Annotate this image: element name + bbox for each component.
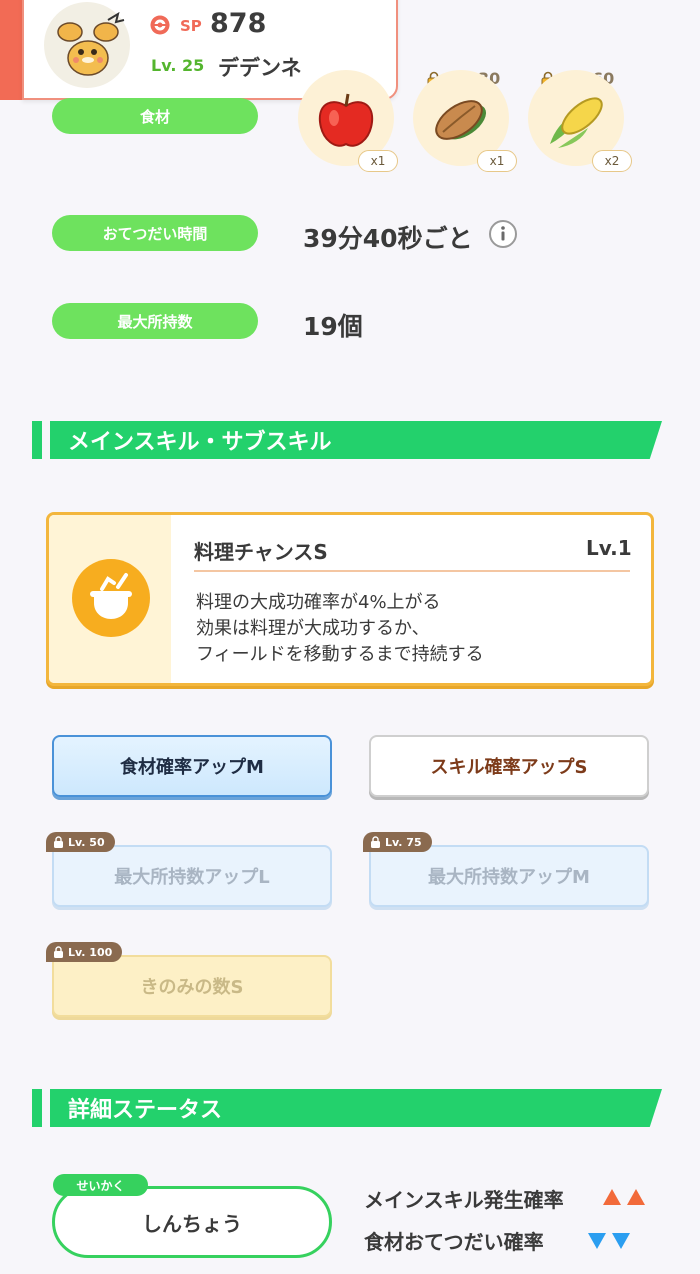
sub-skill-lock-tag: Lv. 75 bbox=[363, 832, 432, 852]
pokemon-avatar bbox=[44, 2, 130, 88]
cooking-pot-icon bbox=[72, 559, 150, 637]
sp-label: SP bbox=[180, 17, 202, 35]
main-skill-description-line: 効果は料理が大成功するか、 bbox=[196, 618, 430, 639]
ingredient-count: x1 bbox=[477, 150, 517, 172]
section-title-details: 詳細ステータス bbox=[50, 1089, 662, 1127]
sub-skill-lock-label: Lv. 75 bbox=[385, 835, 422, 849]
main-skill-level: Lv.1 bbox=[586, 536, 632, 560]
sp-value: 878 bbox=[210, 8, 267, 39]
info-icon[interactable] bbox=[488, 219, 518, 249]
nature-tag: せいかく bbox=[53, 1174, 148, 1196]
lock-icon bbox=[54, 836, 63, 848]
main-skill-divider bbox=[194, 570, 630, 572]
sp-icon bbox=[149, 14, 171, 36]
sub-skill-lock-label: Lv. 100 bbox=[68, 945, 113, 959]
main-skill-name: 料理チャンスS bbox=[194, 540, 328, 564]
sub-skill-lock-tag: Lv. 100 bbox=[46, 942, 123, 962]
ingredients-label: 食材 bbox=[52, 98, 258, 134]
main-skill-description-line: 料理の大成功確率が4%上がる bbox=[196, 592, 441, 613]
nature-down-arrows-icon bbox=[587, 1231, 633, 1251]
section-title-skills: メインスキル・サブスキル bbox=[50, 421, 662, 459]
sub-skill-button-berry-finding-s[interactable]: きのみの数S bbox=[52, 955, 332, 1017]
sub-skill-button-ingredient-finder-m[interactable]: 食材確率アップM bbox=[52, 735, 332, 797]
sub-skill-button-inventory-up-l[interactable]: 最大所持数アップL bbox=[52, 845, 332, 907]
nature-box[interactable]: しんちょう bbox=[52, 1186, 332, 1258]
pokemon-level: Lv. 25 bbox=[151, 56, 205, 75]
sub-skill-lock-label: Lv. 50 bbox=[68, 835, 105, 849]
main-skill-description-line: フィールドを移動するまで持続する bbox=[196, 644, 484, 665]
max-carry-value: 19個 bbox=[303, 312, 363, 341]
main-skill-icon-panel bbox=[49, 515, 171, 683]
nature-down-effect: 食材おてつだい確率 bbox=[364, 1230, 544, 1254]
nature-up-arrows-icon bbox=[602, 1187, 648, 1207]
section-marker bbox=[32, 1089, 42, 1127]
lock-icon bbox=[371, 836, 380, 848]
sub-skill-button-inventory-up-m[interactable]: 最大所持数アップM bbox=[369, 845, 649, 907]
max-carry-label: 最大所持数 bbox=[52, 303, 258, 339]
section-marker bbox=[32, 421, 42, 459]
sub-skill-button-skill-trigger-s[interactable]: スキル確率アップS bbox=[369, 735, 649, 797]
help-time-label: おてつだい時間 bbox=[52, 215, 258, 251]
pokemon-name: デデンネ bbox=[218, 56, 302, 80]
lock-icon bbox=[54, 946, 63, 958]
nature-up-effect: メインスキル発生確率 bbox=[364, 1188, 564, 1212]
sub-skill-lock-tag: Lv. 50 bbox=[46, 832, 115, 852]
help-time-value: 39分40秒ごと bbox=[303, 224, 473, 253]
ingredient-count: x2 bbox=[592, 150, 632, 172]
ingredient-count: x1 bbox=[358, 150, 398, 172]
